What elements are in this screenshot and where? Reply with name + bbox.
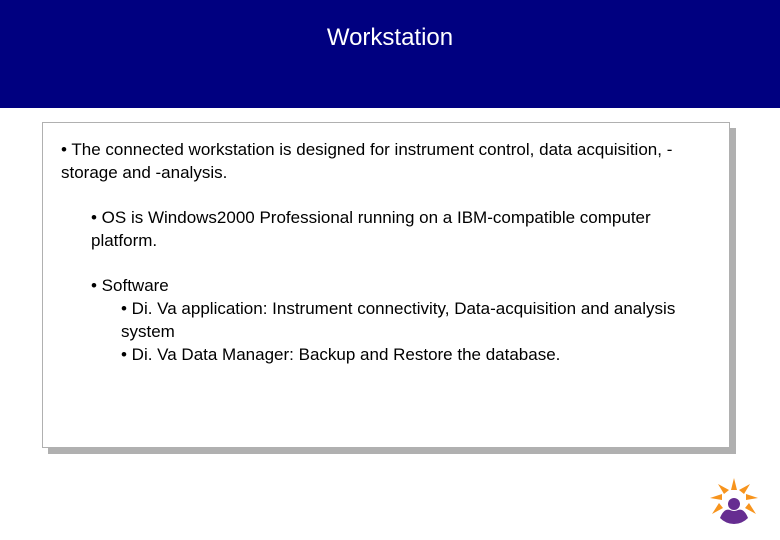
title-band: Workstation	[0, 0, 780, 108]
content-box: • The connected workstation is designed …	[42, 122, 730, 448]
bullet-level1: • The connected workstation is designed …	[61, 139, 709, 185]
bullet-level3-diva-datamgr: • Di. Va Data Manager: Backup and Restor…	[121, 344, 709, 367]
bullet-level3-diva-app: • Di. Va application: Instrument connect…	[121, 298, 709, 344]
slide-title: Workstation	[327, 24, 453, 52]
bullet-level2-software: • Software	[91, 275, 709, 298]
bullet-level2-os: • OS is Windows2000 Professional running…	[91, 207, 709, 253]
brand-logo-icon	[706, 474, 762, 530]
